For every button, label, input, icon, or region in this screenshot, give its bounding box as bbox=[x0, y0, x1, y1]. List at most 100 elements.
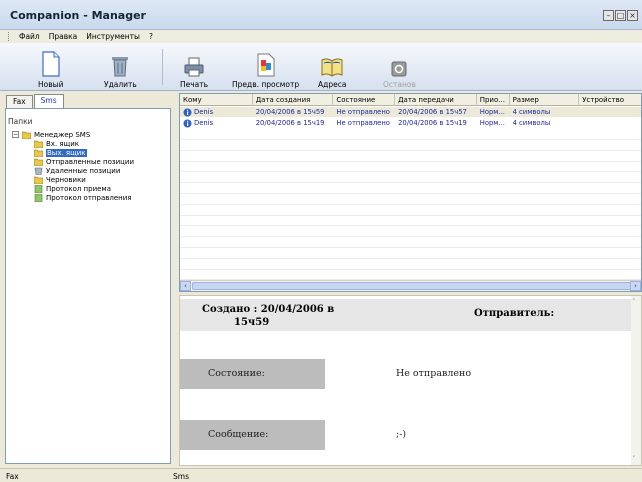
message-detail-panel: Создано : 20/04/2006 в 15ч59 Отправитель:… bbox=[179, 295, 642, 466]
scroll-down-icon[interactable]: ˅ bbox=[632, 455, 636, 463]
pane-tabs: Fax Sms bbox=[6, 94, 65, 109]
maximize-button[interactable]: □ bbox=[615, 10, 626, 21]
window-title: Companion - Manager bbox=[10, 9, 146, 22]
column-header-size[interactable]: Размер bbox=[510, 94, 580, 106]
sent-folder-icon bbox=[34, 158, 43, 166]
menu-grip bbox=[8, 32, 10, 41]
sender-label: Отправитель: bbox=[474, 308, 555, 319]
row-divider bbox=[180, 214, 641, 216]
log-icon bbox=[34, 184, 43, 193]
preview-icon bbox=[257, 53, 275, 77]
cell-status: Не отправлено bbox=[336, 119, 390, 127]
menu-file[interactable]: Файл bbox=[19, 32, 40, 41]
cell-created: 20/04/2006 в 15ч19 bbox=[255, 119, 325, 127]
folder-sent[interactable]: Отправленные позиции bbox=[12, 157, 134, 166]
status-bar: Fax Sms bbox=[0, 468, 642, 482]
printer-icon bbox=[184, 57, 204, 77]
horizontal-scrollbar[interactable]: ‹ › bbox=[180, 280, 641, 291]
cell-priority: Норм... bbox=[479, 108, 505, 116]
title-bar: Companion - Manager – □ × bbox=[0, 0, 642, 30]
vertical-scrollbar[interactable]: ˄ ˅ bbox=[631, 296, 641, 465]
stop-icon bbox=[391, 61, 407, 77]
collapse-toggle[interactable]: − bbox=[12, 131, 19, 138]
folder-label: Вх. ящик bbox=[46, 139, 79, 148]
folder-receive-log[interactable]: Протокол приема bbox=[12, 184, 134, 193]
folder-tree: − Менеджер SMS Вх. ящик Вых. ящик Отправ… bbox=[12, 130, 134, 202]
folder-label: Черновики bbox=[46, 175, 86, 184]
row-divider bbox=[180, 193, 641, 194]
menu-edit[interactable]: Правка bbox=[49, 32, 78, 41]
column-header-priority[interactable]: Прио... bbox=[477, 94, 510, 106]
row-divider bbox=[180, 268, 641, 270]
folder-send-log[interactable]: Протокол отправления bbox=[12, 193, 134, 202]
tab-fax[interactable]: Fax bbox=[6, 95, 33, 108]
new-button[interactable]: Новый bbox=[38, 47, 63, 89]
addresses-button[interactable]: Адреса bbox=[318, 47, 346, 89]
tree-root-sms-manager[interactable]: − Менеджер SMS bbox=[12, 130, 134, 139]
print-label: Печать bbox=[180, 80, 209, 89]
new-label: Новый bbox=[38, 80, 64, 89]
table-row[interactable]: Denis 20/04/2006 в 15ч59 Не отправлено 2… bbox=[180, 107, 641, 117]
cell-size: 4 символы bbox=[512, 119, 551, 127]
toolbar-separator bbox=[162, 49, 163, 85]
folder-drafts[interactable]: Черновики bbox=[12, 175, 134, 184]
stop-button[interactable]: Останов bbox=[383, 47, 416, 89]
delete-label: Удалить bbox=[104, 80, 137, 89]
scroll-left-button[interactable]: ‹ bbox=[180, 281, 191, 291]
list-header: Кому Дата создания Состояние Дата переда… bbox=[180, 94, 641, 106]
scroll-right-button[interactable]: › bbox=[630, 281, 641, 291]
folder-label: Протокол отправления bbox=[46, 193, 132, 202]
scroll-thumb[interactable] bbox=[192, 282, 632, 290]
row-divider bbox=[180, 182, 641, 184]
status-left: Fax bbox=[6, 472, 19, 481]
menu-tools[interactable]: Инструменты bbox=[86, 32, 140, 41]
tab-sms[interactable]: Sms bbox=[33, 94, 64, 108]
cell-to: Denis bbox=[194, 119, 214, 127]
cell-to: Denis bbox=[194, 108, 214, 116]
drafts-folder-icon bbox=[34, 176, 43, 184]
menu-help[interactable]: ? bbox=[149, 32, 153, 41]
column-header-status[interactable]: Состояние bbox=[333, 94, 396, 106]
folder-deleted[interactable]: Удаленные позиции bbox=[12, 166, 134, 175]
cell-sent-date: 20/04/2006 в 15ч19 bbox=[398, 119, 467, 127]
folder-tree-panel: Папки − Менеджер SMS Вх. ящик Вых. ящик bbox=[5, 108, 171, 464]
column-header-created[interactable]: Дата создания bbox=[253, 94, 334, 106]
folder-icon bbox=[22, 131, 31, 139]
status-value: Не отправлено bbox=[396, 368, 472, 379]
minimize-button[interactable]: – bbox=[603, 10, 614, 21]
cell-priority: Норм... bbox=[479, 119, 505, 127]
row-divider bbox=[180, 160, 641, 162]
cell-sent-date: 20/04/2006 в 15ч57 bbox=[398, 108, 467, 116]
close-button[interactable]: × bbox=[627, 10, 638, 21]
delete-button[interactable]: Удалить bbox=[104, 47, 137, 89]
table-row[interactable]: Denis 20/04/2006 в 15ч19 Не отправлено 2… bbox=[180, 118, 641, 128]
column-header-sent-date[interactable]: Дата передачи bbox=[395, 94, 477, 106]
new-document-icon bbox=[42, 51, 60, 77]
toolbar: Новый Удалить Печать Предв. просмотр Адр… bbox=[0, 43, 642, 91]
addresses-label: Адреса bbox=[318, 80, 347, 89]
folder-inbox[interactable]: Вх. ящик bbox=[12, 139, 134, 148]
log-icon bbox=[34, 193, 43, 202]
trash-icon bbox=[112, 57, 129, 77]
column-header-device[interactable]: Устройство bbox=[579, 94, 641, 106]
row-divider bbox=[180, 149, 641, 151]
left-pane: Fax Sms Папки − Менеджер SMS Вх. ящик Вы… bbox=[0, 91, 177, 468]
outbox-icon bbox=[34, 149, 43, 157]
inbox-icon bbox=[34, 140, 43, 148]
cell-device bbox=[579, 107, 641, 117]
row-divider bbox=[180, 236, 641, 238]
preview-button[interactable]: Предв. просмотр bbox=[232, 47, 299, 89]
cell-device bbox=[579, 118, 641, 128]
column-header-to[interactable]: Кому bbox=[180, 94, 253, 106]
created-header: Создано : 20/04/2006 в 15ч59 Отправитель: bbox=[180, 299, 633, 331]
cell-created: 20/04/2006 в 15ч59 bbox=[255, 108, 325, 116]
folder-label: Вых. ящик bbox=[46, 148, 87, 157]
row-divider bbox=[180, 171, 641, 173]
folder-outbox[interactable]: Вых. ящик bbox=[12, 148, 134, 157]
folders-header: Папки bbox=[8, 117, 33, 126]
scroll-up-icon[interactable]: ˄ bbox=[632, 298, 636, 306]
right-pane: Кому Дата создания Состояние Дата переда… bbox=[177, 91, 642, 468]
print-button[interactable]: Печать bbox=[180, 47, 208, 89]
stop-label: Останов bbox=[383, 80, 416, 89]
status-right: Sms bbox=[173, 472, 189, 481]
